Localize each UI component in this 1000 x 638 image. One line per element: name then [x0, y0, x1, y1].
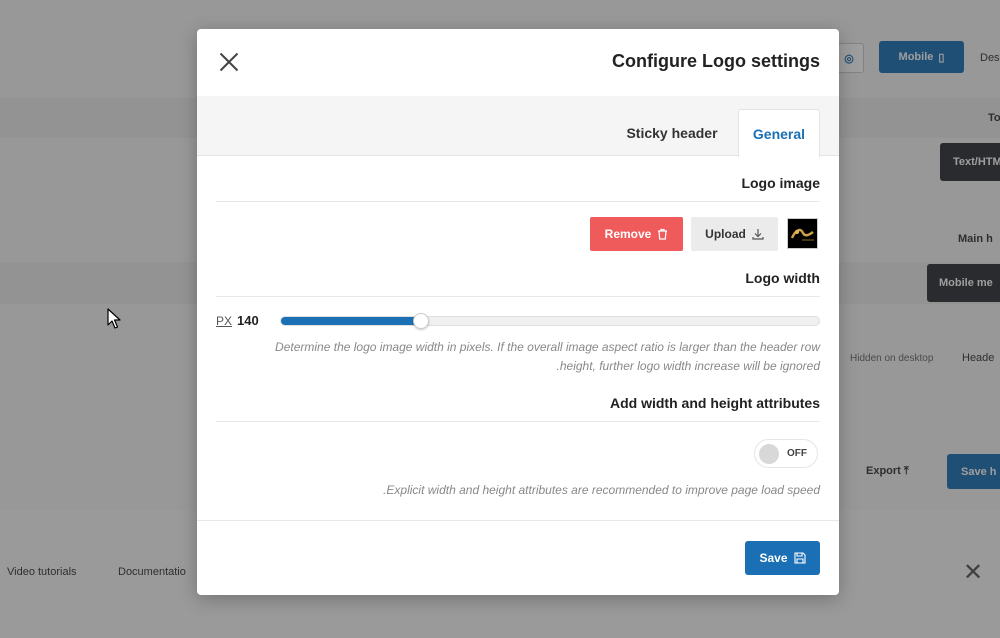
- mouse-cursor-icon: [107, 308, 121, 329]
- attributes-help: .Explicit width and height attributes ar…: [383, 483, 820, 497]
- remove-label: Remove: [604, 227, 652, 241]
- upload-button[interactable]: Upload: [691, 217, 778, 251]
- tab-general[interactable]: General: [738, 109, 820, 157]
- logo-width-slider[interactable]: [280, 313, 820, 329]
- logo-width-title: Logo width: [745, 270, 820, 286]
- logo-settings-modal: Configure Logo settings Sticky header Ge…: [197, 29, 839, 595]
- remove-button[interactable]: Remove: [590, 217, 683, 251]
- help-line: .height, further logo width increase wil…: [556, 359, 820, 373]
- tab-sticky-header[interactable]: Sticky header: [622, 109, 722, 157]
- logo-image-title: Logo image: [741, 175, 820, 191]
- width-value: 140: [237, 313, 259, 328]
- modal-title: Configure Logo settings: [612, 51, 820, 71]
- toggle-label: OFF: [787, 448, 807, 459]
- divider: [216, 421, 820, 422]
- upload-label: Upload: [705, 227, 746, 241]
- trash-icon: [658, 228, 668, 240]
- divider: [216, 201, 820, 202]
- toggle-knob: [759, 444, 779, 464]
- attributes-toggle[interactable]: OFF: [754, 439, 818, 468]
- slider-fill: [281, 317, 421, 325]
- modal-header: Configure Logo settings: [197, 29, 839, 96]
- footer-divider: [197, 520, 839, 521]
- save-button[interactable]: Save: [745, 541, 820, 575]
- save-label: Save: [759, 551, 788, 565]
- unit-selector[interactable]: PX: [216, 314, 232, 328]
- divider: [216, 296, 820, 297]
- logo-width-help: Determine the logo image width in pixels…: [275, 338, 820, 376]
- help-line: Determine the logo image width in pixels…: [275, 340, 820, 354]
- download-icon: [752, 229, 764, 240]
- logo-thumbnail: [787, 218, 818, 249]
- attributes-title: Add width and height attributes: [610, 395, 820, 411]
- tab-bar: Sticky header General: [197, 96, 839, 157]
- close-icon[interactable]: [219, 52, 239, 72]
- floppy-disk-icon: [793, 552, 806, 564]
- slider-thumb[interactable]: [412, 313, 429, 329]
